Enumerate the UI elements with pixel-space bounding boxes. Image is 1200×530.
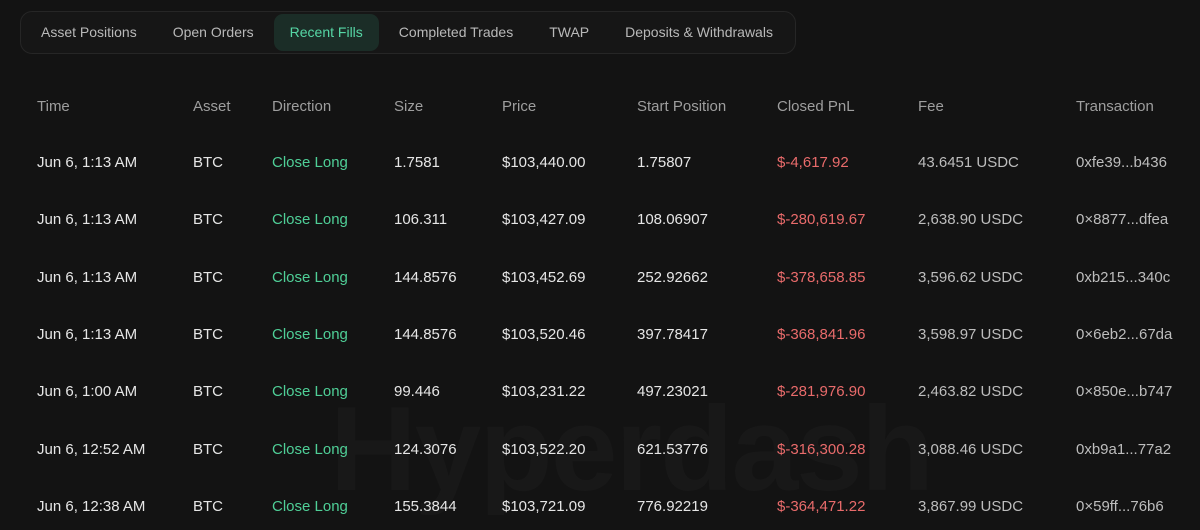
cell-size: 124.3076: [394, 440, 457, 458]
table-row: Jun 6, 1:00 AM BTC Close Long 99.446 $103,23…: [0, 363, 1200, 420]
cell-asset: BTC: [193, 326, 223, 344]
cell-size: 144.8576: [394, 268, 457, 286]
column-header-asset[interactable]: Asset: [193, 78, 272, 134]
cell-fee: 3,598.97 USDC: [918, 326, 1024, 344]
cell-time: Jun 6, 1:13 AM: [37, 154, 138, 172]
table-row: Jun 6, 1:13 AM BTC Close Long 1.7581 $103,44…: [0, 134, 1200, 191]
cell-price: $103,231.22: [502, 383, 586, 401]
table-row: Jun 6, 1:13 AM BTC Close Long 144.8576 $103,…: [0, 306, 1200, 363]
cell-direction: Close Long: [272, 154, 348, 172]
cell-start-position: 621.53776: [637, 440, 708, 458]
transaction-link[interactable]: 0×6eb2...67da: [1076, 306, 1200, 363]
transaction-link[interactable]: 0×850e...b747: [1076, 363, 1200, 420]
cell-closed-pnl: $-364,471.22: [777, 497, 866, 515]
cell-size: 99.446: [394, 383, 440, 401]
fills-table-body: Jun 6, 1:13 AM BTC Close Long 1.7581 $103,44…: [0, 134, 1200, 530]
cell-fee: 2,463.82 USDC: [918, 383, 1024, 401]
column-header-transaction[interactable]: Transaction: [1076, 78, 1200, 134]
cell-asset: BTC: [193, 211, 223, 229]
cell-time: Jun 6, 12:38 AM: [37, 497, 146, 515]
cell-direction: Close Long: [272, 211, 348, 229]
column-header-closed-pnl[interactable]: Closed PnL: [777, 78, 918, 134]
cell-price: $103,520.46: [502, 326, 586, 344]
cell-closed-pnl: $-368,841.96: [777, 326, 866, 344]
cell-fee: 3,088.46 USDC: [918, 440, 1024, 458]
cell-start-position: 108.06907: [637, 211, 708, 229]
cell-size: 1.7581: [394, 154, 440, 172]
table-row: Jun 6, 12:38 AM BTC Close Long 155.3844 $103…: [0, 478, 1200, 530]
cell-closed-pnl: $-281,976.90: [777, 383, 866, 401]
cell-direction: Close Long: [272, 440, 348, 458]
cell-size: 144.8576: [394, 326, 457, 344]
cell-direction: Close Long: [272, 268, 348, 286]
tab-bar: Asset Positions Open Orders Recent Fills…: [20, 11, 796, 54]
fills-table: Time Asset Direction Size Price Start Po…: [0, 78, 1200, 530]
cell-direction: Close Long: [272, 497, 348, 515]
transaction-link[interactable]: 0×59ff...76b6: [1076, 478, 1200, 530]
cell-time: Jun 6, 1:13 AM: [37, 211, 138, 229]
column-header-start-position[interactable]: Start Position: [637, 78, 777, 134]
column-header-time[interactable]: Time: [0, 78, 193, 134]
cell-fee: 3,867.99 USDC: [918, 497, 1024, 515]
cell-direction: Close Long: [272, 326, 348, 344]
cell-fee: 43.6451 USDC: [918, 154, 1019, 172]
tab-recent-fills[interactable]: Recent Fills: [273, 14, 379, 51]
cell-asset: BTC: [193, 440, 223, 458]
cell-closed-pnl: $-4,617.92: [777, 154, 849, 172]
cell-time: Jun 6, 1:13 AM: [37, 326, 138, 344]
cell-direction: Close Long: [272, 383, 348, 401]
cell-price: $103,522.20: [502, 440, 586, 458]
tab-open-orders[interactable]: Open Orders: [157, 14, 270, 51]
cell-asset: BTC: [193, 154, 223, 172]
tab-twap[interactable]: TWAP: [533, 14, 605, 51]
cell-size: 106.311: [394, 211, 448, 229]
transaction-link[interactable]: 0xb9a1...77a2: [1076, 420, 1200, 477]
table-row: Jun 6, 1:13 AM BTC Close Long 144.8576 $103,…: [0, 249, 1200, 306]
fills-panel: Hyperdash Asset Positions Open Orders Re…: [0, 0, 1200, 530]
column-header-direction[interactable]: Direction: [272, 78, 394, 134]
cell-asset: BTC: [193, 497, 223, 515]
cell-fee: 3,596.62 USDC: [918, 268, 1024, 286]
cell-start-position: 776.92219: [637, 497, 708, 515]
cell-price: $103,452.69: [502, 268, 586, 286]
cell-start-position: 397.78417: [637, 326, 708, 344]
column-header-price[interactable]: Price: [502, 78, 637, 134]
cell-fee: 2,638.90 USDC: [918, 211, 1024, 229]
tab-deposits-withdrawals[interactable]: Deposits & Withdrawals: [609, 14, 789, 51]
tab-asset-positions[interactable]: Asset Positions: [25, 14, 153, 51]
cell-time: Jun 6, 12:52 AM: [37, 440, 146, 458]
cell-start-position: 252.92662: [637, 268, 708, 286]
cell-asset: BTC: [193, 268, 223, 286]
tab-completed-trades[interactable]: Completed Trades: [383, 14, 529, 51]
cell-closed-pnl: $-280,619.67: [777, 211, 866, 229]
cell-start-position: 1.75807: [637, 154, 692, 172]
table-row: Jun 6, 1:13 AM BTC Close Long 106.311 $103,4…: [0, 191, 1200, 248]
cell-price: $103,440.00: [502, 154, 586, 172]
column-header-size[interactable]: Size: [394, 78, 502, 134]
table-header-row: Time Asset Direction Size Price Start Po…: [0, 78, 1200, 134]
cell-asset: BTC: [193, 383, 223, 401]
cell-price: $103,427.09: [502, 211, 586, 229]
table-row: Jun 6, 12:52 AM BTC Close Long 124.3076 $103…: [0, 420, 1200, 477]
transaction-link[interactable]: 0xfe39...b436: [1076, 134, 1200, 191]
cell-closed-pnl: $-378,658.85: [777, 268, 866, 286]
cell-price: $103,721.09: [502, 497, 586, 515]
cell-time: Jun 6, 1:13 AM: [37, 268, 138, 286]
cell-size: 155.3844: [394, 497, 457, 515]
transaction-link[interactable]: 0xb215...340c: [1076, 249, 1200, 306]
cell-start-position: 497.23021: [637, 383, 708, 401]
cell-time: Jun 6, 1:00 AM: [37, 383, 138, 401]
transaction-link[interactable]: 0×8877...dfea: [1076, 191, 1200, 248]
cell-closed-pnl: $-316,300.28: [777, 440, 866, 458]
column-header-fee[interactable]: Fee: [918, 78, 1076, 134]
